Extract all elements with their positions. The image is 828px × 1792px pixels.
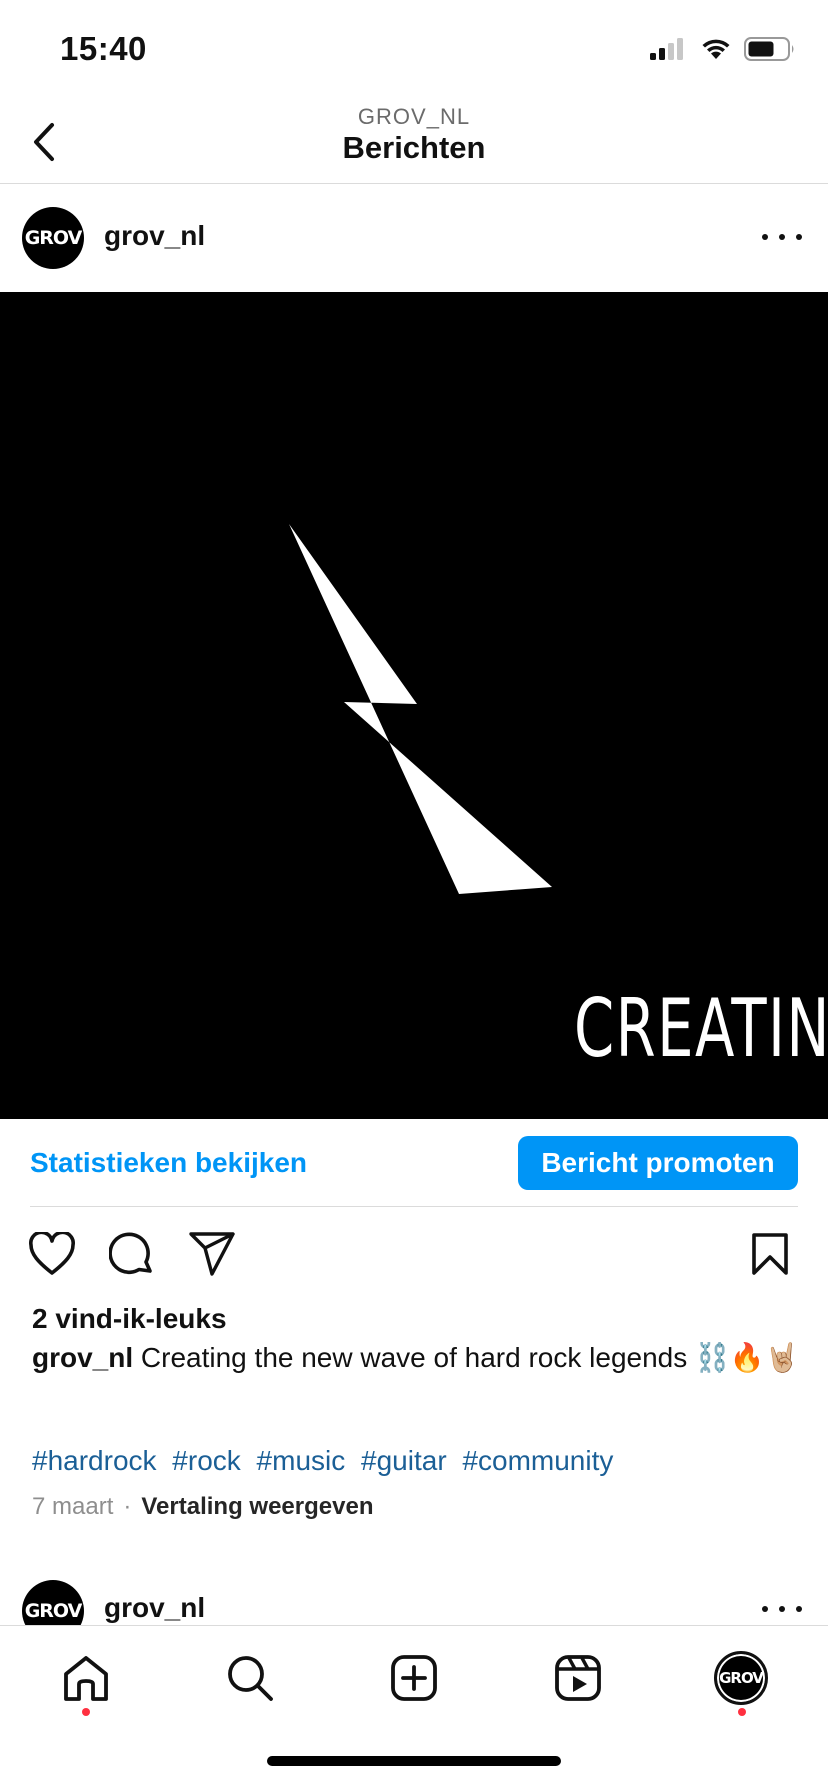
post-header: GROV grov_nl	[0, 184, 828, 292]
caption-text: Creating the new wave of hard rock legen…	[140, 1342, 800, 1373]
view-insights-link[interactable]: Statistieken bekijken	[30, 1147, 307, 1179]
more-options-button[interactable]	[762, 222, 802, 252]
post-date: 7 maart	[32, 1493, 114, 1520]
meta-separator: ·	[123, 1493, 132, 1520]
dot	[796, 1606, 802, 1612]
nav-header: GROV_NL Berichten	[0, 100, 828, 184]
tab-home[interactable]	[56, 1648, 116, 1708]
promo-row: Statistieken bekijken Bericht promoten	[30, 1119, 798, 1207]
status-icons	[648, 36, 796, 62]
dot	[796, 234, 802, 240]
bookmark-icon	[752, 1233, 788, 1275]
search-icon	[228, 1656, 273, 1701]
hashtag-link[interactable]: #hardrock	[32, 1445, 157, 1476]
hashtags: #hardrock #rock #music #guitar #communit…	[32, 1445, 621, 1477]
dot	[779, 234, 785, 240]
battery-icon	[744, 37, 794, 61]
post-username[interactable]: grov_nl	[104, 1592, 205, 1624]
tab-create[interactable]	[384, 1648, 444, 1708]
send-icon	[189, 1232, 235, 1276]
hashtag-link[interactable]: #guitar	[361, 1445, 447, 1476]
home-notification-dot	[82, 1708, 90, 1716]
caption-username[interactable]: grov_nl	[32, 1342, 133, 1373]
status-bar: 15:40	[0, 0, 828, 100]
dot	[762, 234, 768, 240]
avatar[interactable]: GROV	[22, 1580, 84, 1626]
profile-notification-dot	[738, 1708, 746, 1716]
hashtag-link[interactable]: #community	[462, 1445, 613, 1476]
page-title: Berichten	[342, 130, 486, 165]
avatar[interactable]: GROV	[22, 207, 84, 269]
tab-reels[interactable]	[548, 1648, 608, 1708]
next-post-header: GROV grov_nl	[0, 1556, 828, 1626]
more-options-button[interactable]	[762, 1594, 802, 1624]
tab-search[interactable]	[220, 1648, 280, 1708]
tab-bar: GROV	[0, 1625, 828, 1792]
header-subtitle: GROV_NL	[357, 104, 471, 129]
share-button[interactable]	[186, 1228, 238, 1280]
heart-icon	[29, 1232, 75, 1275]
comment-icon	[109, 1232, 152, 1275]
post-image-overlay-text: CREATING	[574, 982, 828, 1075]
post-image[interactable]: CREATING	[0, 292, 828, 1119]
wifi-icon	[702, 39, 730, 59]
likes-count[interactable]: 2 vind-ik-leuks	[32, 1303, 227, 1335]
like-button[interactable]	[26, 1228, 78, 1280]
save-button[interactable]	[744, 1228, 796, 1280]
dot	[779, 1606, 785, 1612]
profile-avatar: GROV	[714, 1651, 768, 1705]
post-actions	[0, 1228, 828, 1284]
post-username[interactable]: grov_nl	[104, 220, 205, 252]
tab-profile[interactable]: GROV	[711, 1648, 771, 1708]
home-indicator	[267, 1756, 561, 1766]
hashtag-link[interactable]: #rock	[172, 1445, 240, 1476]
status-time: 15:40	[60, 30, 147, 67]
promote-post-button[interactable]: Bericht promoten	[518, 1136, 798, 1190]
reels-icon	[555, 1655, 601, 1701]
post-meta: 7 maart · Vertaling weergeven	[32, 1493, 373, 1521]
post-caption: grov_nl Creating the new wave of hard ro…	[32, 1341, 802, 1375]
signal-icon	[650, 38, 683, 60]
hashtag-link[interactable]: #music	[257, 1445, 346, 1476]
create-icon	[391, 1655, 437, 1701]
see-translation-link[interactable]: Vertaling weergeven	[141, 1493, 373, 1521]
home-icon	[64, 1656, 108, 1701]
comment-button[interactable]	[106, 1228, 158, 1280]
dot	[762, 1606, 768, 1612]
